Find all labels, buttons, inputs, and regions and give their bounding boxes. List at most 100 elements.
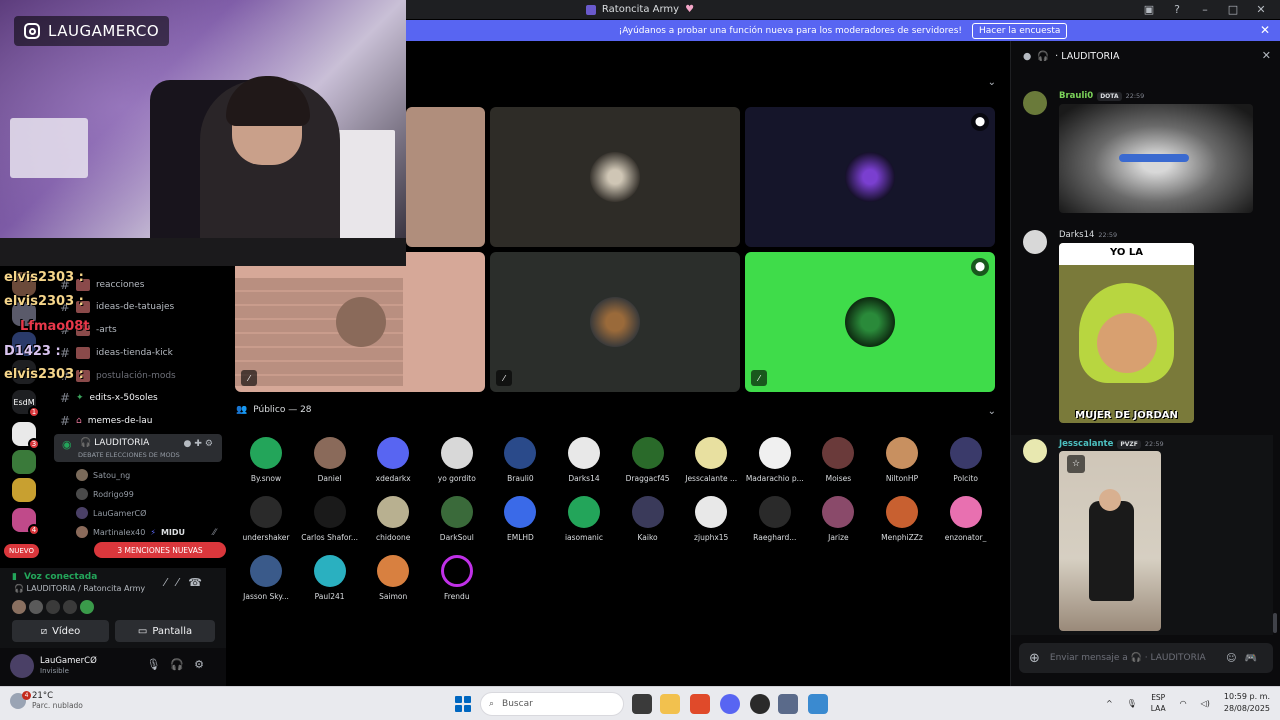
public-section-header[interactable]: 👥 Público — 28 bbox=[236, 405, 312, 415]
member-item[interactable]: xdedarkx bbox=[363, 437, 423, 493]
message-author[interactable]: Brauli0 DOTA 22:59 bbox=[1059, 91, 1144, 101]
avatar[interactable] bbox=[10, 654, 34, 678]
member-item[interactable]: Draggacf45 bbox=[618, 437, 678, 493]
voice-controls[interactable]: ⁄⁄☎ bbox=[165, 576, 212, 589]
star-icon[interactable]: ☆ bbox=[1067, 455, 1085, 473]
brave-browser-icon[interactable] bbox=[690, 694, 710, 714]
video-button[interactable]: ⧄ Vídeo bbox=[12, 620, 109, 642]
screen-share-button[interactable]: ▭ Pantalla bbox=[115, 620, 215, 642]
member-item[interactable]: Jesscalante ... bbox=[681, 437, 741, 493]
voice-channel-subtitle: DEBATE ELECCIONES DE MODS bbox=[78, 451, 180, 459]
member-item[interactable]: Saimon bbox=[363, 555, 423, 611]
maximize-button[interactable]: □ bbox=[1226, 3, 1240, 16]
obs-icon[interactable] bbox=[750, 694, 770, 714]
help-icon[interactable]: ? bbox=[1170, 3, 1184, 16]
member-item[interactable]: Moises bbox=[808, 437, 868, 493]
member-item[interactable]: Carlos Shafor... bbox=[300, 496, 360, 552]
inbox-icon[interactable]: ▣ bbox=[1142, 3, 1156, 16]
new-mentions-pill[interactable]: 3 MENCIONES NUEVAS bbox=[94, 542, 226, 558]
voice-user[interactable]: LauGamerCØ bbox=[76, 505, 146, 521]
channel-item[interactable]: # ✦ edits-x-50soles bbox=[48, 387, 220, 409]
survey-button[interactable]: Hacer la encuesta bbox=[972, 22, 1068, 39]
calculator-icon[interactable] bbox=[778, 694, 798, 714]
chevron-down-icon[interactable]: ⌄ bbox=[988, 77, 996, 88]
member-item[interactable]: Darks14 bbox=[554, 437, 614, 493]
video-tile[interactable]: ⁄ bbox=[235, 252, 485, 392]
member-item[interactable]: Polcito bbox=[936, 437, 996, 493]
member-item[interactable]: By.snow bbox=[236, 437, 296, 493]
voice-channel-lauditoria[interactable]: ◉ 🎧 LAUDITORIA DEBATE ELECCIONES DE MODS… bbox=[54, 434, 222, 462]
server-icon[interactable]: 3 bbox=[12, 422, 40, 450]
member-item[interactable]: chidoone bbox=[363, 496, 423, 552]
banner-close-icon[interactable]: ✕ bbox=[1260, 23, 1270, 37]
message-author[interactable]: Jesscalante PVZF 22:59 bbox=[1059, 439, 1164, 449]
video-tile[interactable] bbox=[490, 107, 740, 247]
minimize-button[interactable]: – bbox=[1198, 3, 1212, 16]
member-item[interactable]: NiltonHP bbox=[872, 437, 932, 493]
new-pill[interactable]: NUEVO bbox=[4, 544, 39, 558]
voice-user[interactable]: Satou_ng bbox=[76, 467, 130, 483]
voice-user[interactable]: Rodrigo99 bbox=[76, 486, 134, 502]
member-item[interactable]: Daniel bbox=[300, 437, 360, 493]
pin-icon[interactable]: ⬤ bbox=[971, 113, 989, 131]
scrollbar[interactable] bbox=[1273, 613, 1277, 633]
server-icon[interactable] bbox=[12, 450, 36, 474]
message-input[interactable]: ⊕ Enviar mensaje a 🎧 · LAUDITORIA ☺🎮 bbox=[1019, 643, 1273, 673]
input-actions[interactable]: ☺🎮 bbox=[1226, 653, 1265, 664]
message-image[interactable] bbox=[1059, 104, 1253, 213]
member-item[interactable]: yo gordito bbox=[427, 437, 487, 493]
add-attachment-icon[interactable]: ⊕ bbox=[1029, 651, 1040, 666]
member-item[interactable]: enzonator_ bbox=[936, 496, 996, 552]
video-tile[interactable]: ⁄ bbox=[490, 252, 740, 392]
video-tile[interactable]: ⬤ bbox=[745, 107, 995, 247]
member-item[interactable]: DarkSoul bbox=[427, 496, 487, 552]
app-icon[interactable] bbox=[808, 694, 828, 714]
voice-user[interactable]: Martinalex40 ⚡ MIDU bbox=[76, 524, 185, 540]
member-item[interactable]: iasomanic bbox=[554, 496, 614, 552]
channel-item[interactable]: # ⌂ memes-de-lau bbox=[48, 410, 220, 432]
video-tile[interactable] bbox=[406, 107, 485, 247]
pin-icon[interactable]: ⬤ bbox=[971, 258, 989, 276]
clock[interactable]: 10:59 p. m. 28/08/2025 bbox=[1224, 691, 1270, 715]
close-chat-icon[interactable]: ✕ bbox=[1262, 49, 1271, 62]
taskbar-search[interactable]: ⌕ Buscar bbox=[480, 692, 624, 716]
video-tile[interactable]: ⬤ ⁄ bbox=[745, 252, 995, 392]
weather-widget[interactable]: 21°C Parc. nublado bbox=[10, 691, 83, 710]
member-item[interactable]: Paul241 bbox=[300, 555, 360, 611]
file-explorer-icon[interactable] bbox=[660, 694, 680, 714]
message-image[interactable]: ☆ bbox=[1059, 451, 1161, 631]
chevron-up-icon[interactable]: ^ bbox=[1106, 699, 1113, 708]
member-item[interactable]: zjuphx15 bbox=[681, 496, 741, 552]
message-author[interactable]: Darks14 22:59 bbox=[1059, 230, 1117, 240]
input-language[interactable]: ESP LAA bbox=[1151, 692, 1166, 714]
chevron-down-icon[interactable]: ⌄ bbox=[988, 406, 996, 417]
member-item[interactable]: MenphiZZz bbox=[872, 496, 932, 552]
volume-icon[interactable]: ◁) bbox=[1201, 699, 1210, 708]
close-window-button[interactable]: ✕ bbox=[1254, 3, 1268, 16]
discord-app-icon[interactable] bbox=[720, 694, 740, 714]
member-item[interactable]: Raeghard... bbox=[745, 496, 805, 552]
user-controls[interactable]: 🎙🎧⚙ bbox=[146, 658, 214, 671]
member-item[interactable]: Frendu bbox=[427, 555, 487, 611]
task-view-icon[interactable] bbox=[632, 694, 652, 714]
member-item[interactable]: EMLHD bbox=[490, 496, 550, 552]
wifi-icon[interactable]: ◠ bbox=[1180, 699, 1187, 708]
member-item[interactable]: Brauli0 bbox=[490, 437, 550, 493]
avatar[interactable] bbox=[1023, 91, 1047, 115]
mic-icon[interactable]: 🎙 bbox=[1127, 699, 1137, 708]
avatar[interactable] bbox=[1023, 439, 1047, 463]
server-icon[interactable]: EsdM 1 bbox=[12, 390, 40, 418]
avatar[interactable] bbox=[1023, 230, 1047, 254]
member-item[interactable]: Jasson Sky... bbox=[236, 555, 296, 611]
voice-location[interactable]: 🎧 LAUDITORIA / Ratoncita Army bbox=[14, 584, 145, 593]
voice-channel-actions[interactable]: ●✚⚙ bbox=[184, 439, 216, 449]
member-item[interactable]: undershaker bbox=[236, 496, 296, 552]
avatar bbox=[695, 496, 728, 528]
server-icon[interactable] bbox=[12, 478, 36, 502]
start-button[interactable] bbox=[455, 696, 471, 712]
message-image[interactable]: YO LA MUJER DE JORDAN bbox=[1059, 243, 1194, 423]
member-item[interactable]: Jarize bbox=[808, 496, 868, 552]
member-item[interactable]: Kaiko bbox=[618, 496, 678, 552]
member-item[interactable]: Madarachio p... bbox=[745, 437, 805, 493]
server-icon[interactable]: 4 bbox=[12, 508, 40, 536]
